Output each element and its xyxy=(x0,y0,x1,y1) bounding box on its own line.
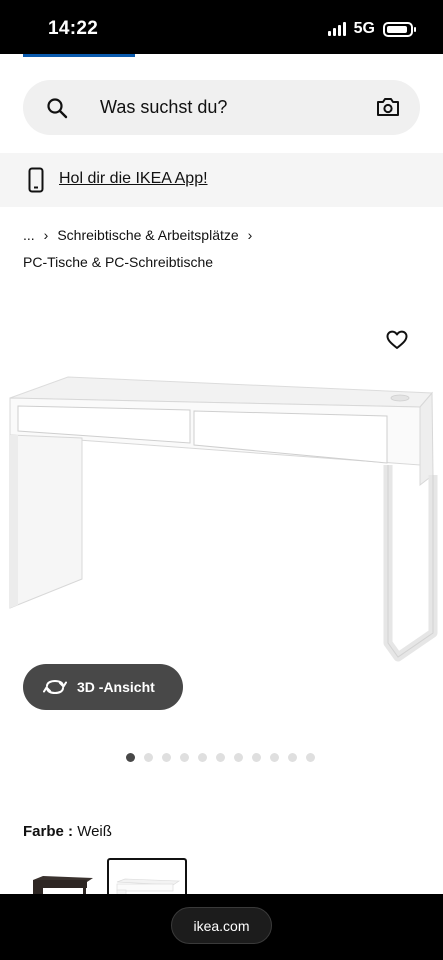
carousel-dot[interactable] xyxy=(180,753,189,762)
carousel-dot[interactable] xyxy=(270,753,279,762)
breadcrumb-separator: › xyxy=(43,227,49,243)
rotate-icon xyxy=(43,679,67,695)
breadcrumb-ellipsis[interactable]: ... xyxy=(23,227,35,243)
app-banner[interactable]: Hol dir die IKEA App! xyxy=(0,153,443,207)
carousel-dot[interactable] xyxy=(162,753,171,762)
breadcrumb-item-pc-desks[interactable]: PC-Tische & PC-Schreibtische xyxy=(23,254,213,270)
breadcrumb-separator: › xyxy=(247,227,253,243)
search-input[interactable]: Was suchst du? xyxy=(23,80,420,135)
header-accent-strip xyxy=(23,54,135,57)
view-3d-button[interactable]: 3D -Ansicht xyxy=(23,664,183,710)
product-image-desk[interactable] xyxy=(0,365,443,665)
url-address[interactable]: ikea.com xyxy=(171,907,272,944)
camera-icon[interactable] xyxy=(376,96,400,118)
carousel-dot[interactable] xyxy=(306,753,315,762)
carousel-dot[interactable] xyxy=(198,753,207,762)
variant-thumbnail-dark[interactable] xyxy=(27,858,107,898)
status-indicators: 5G xyxy=(327,20,416,38)
carousel-dots[interactable] xyxy=(126,753,315,762)
app-download-link[interactable]: Hol dir die IKEA App! xyxy=(59,170,208,188)
color-value: Weiß xyxy=(77,823,112,840)
carousel-dot[interactable] xyxy=(144,753,153,762)
view-3d-label: 3D -Ansicht xyxy=(77,679,155,695)
status-bar: 14:22 5G xyxy=(0,0,443,54)
carousel-dot[interactable] xyxy=(288,753,297,762)
battery-icon xyxy=(383,21,416,37)
carousel-dot[interactable] xyxy=(252,753,261,762)
search-placeholder: Was suchst du? xyxy=(100,97,228,117)
breadcrumb: ... › Schreibtische & Arbeitsplätze › PC-Ti… xyxy=(23,222,423,276)
status-time: 14:22 xyxy=(48,18,99,39)
variant-thumbnail-white[interactable] xyxy=(107,858,187,898)
smartphone-icon xyxy=(28,167,44,193)
carousel-dot[interactable] xyxy=(234,753,243,762)
browser-url-bar: ikea.com xyxy=(0,894,443,960)
search-icon xyxy=(47,98,68,119)
breadcrumb-item-desks[interactable]: Schreibtische & Arbeitsplätze xyxy=(57,227,238,243)
heart-icon[interactable] xyxy=(386,330,408,350)
color-info: Farbe : Weiß xyxy=(23,823,112,840)
battery-level xyxy=(387,25,407,33)
signal-bars-icon xyxy=(327,22,346,36)
carousel-dot[interactable] xyxy=(126,753,135,762)
color-label: Farbe : xyxy=(23,823,74,840)
white-desk-image xyxy=(116,878,181,898)
network-type: 5G xyxy=(353,20,375,37)
dark-desk-image xyxy=(33,876,93,898)
carousel-dot[interactable] xyxy=(216,753,225,762)
